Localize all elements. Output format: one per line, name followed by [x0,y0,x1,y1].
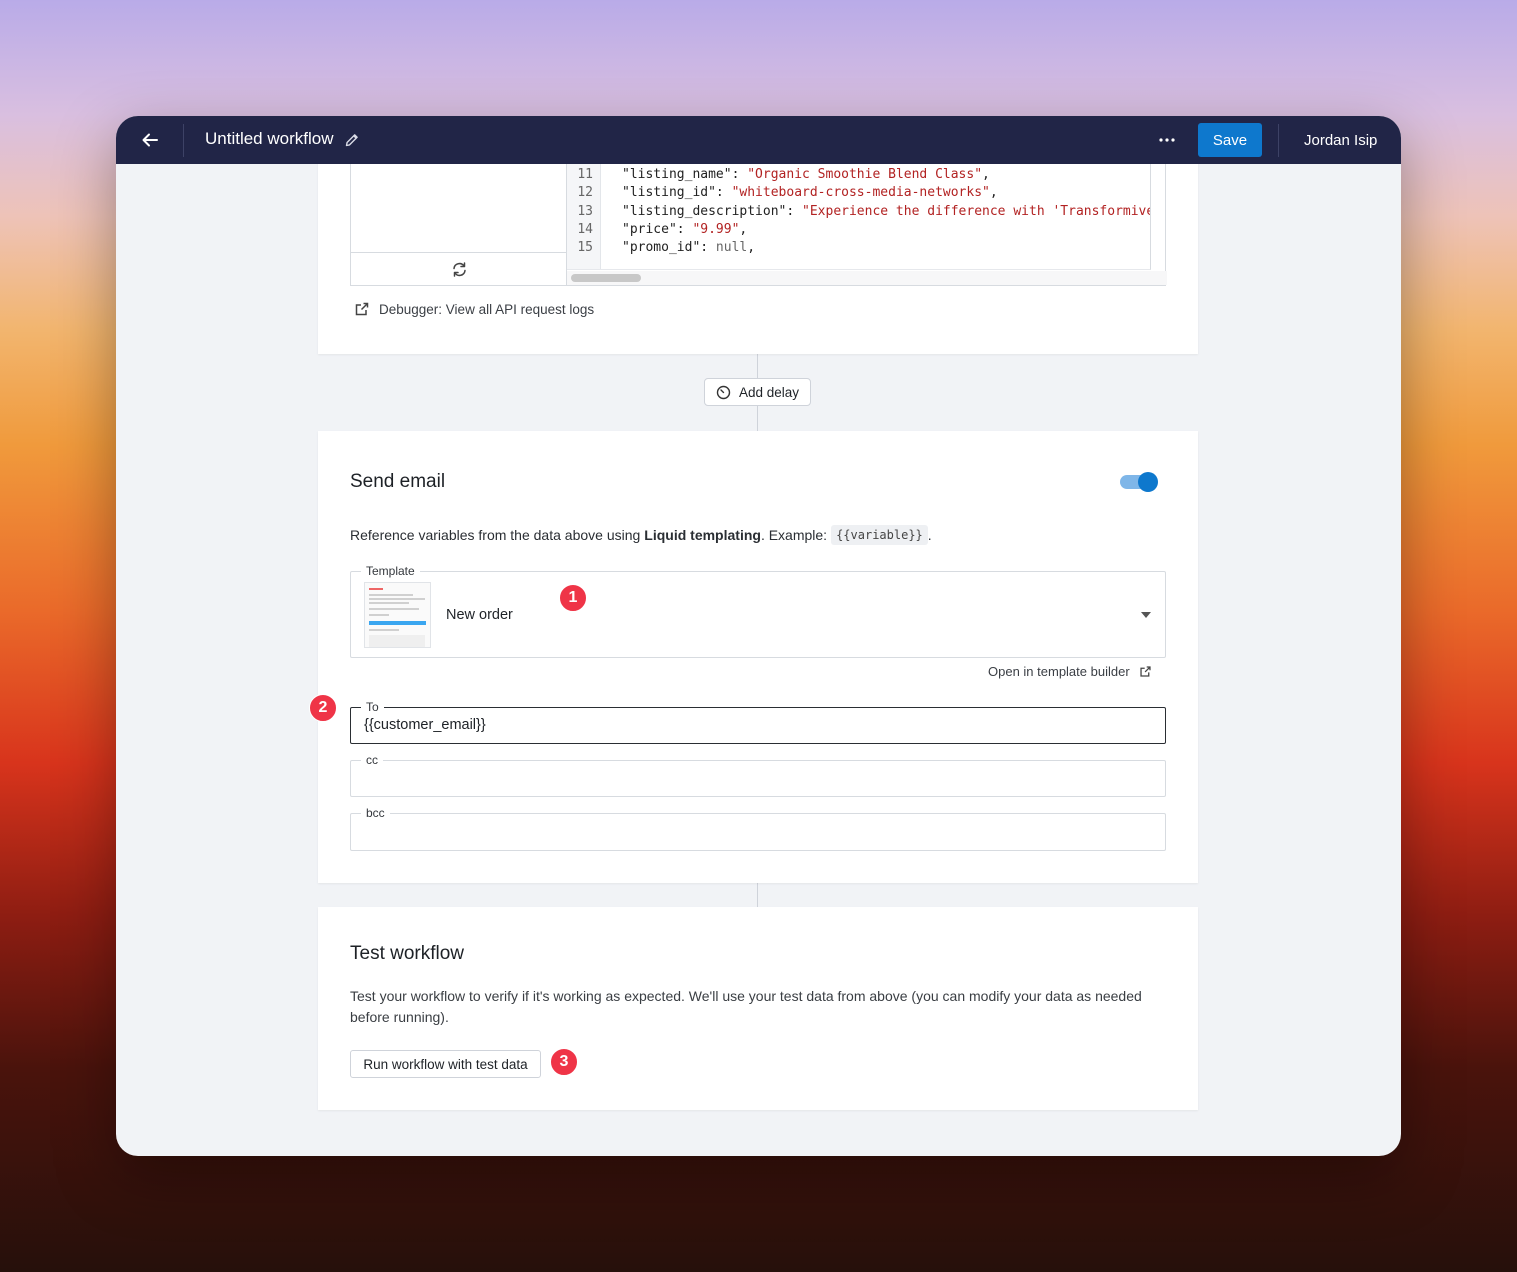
annotation-badge-1: 1 [559,584,587,612]
more-options-button[interactable] [1154,128,1180,152]
arrow-left-icon [142,133,158,147]
add-delay-label: Add delay [738,384,800,400]
send-email-toggle[interactable] [1120,472,1158,492]
desc-prefix: Reference variables from the data above … [350,527,641,543]
save-button[interactable]: Save [1198,123,1262,157]
code-text: "listing_description": "Experience the d… [622,203,1151,219]
open-builder-label: Open in template builder [988,664,1130,679]
line-number: 14 [577,221,593,237]
external-link-icon [1140,666,1151,677]
open-template-builder-link[interactable]: Open in template builder [988,664,1152,679]
test-workflow-description: Test your workflow to verify if it's wor… [350,988,1142,1025]
cc-field[interactable]: cc [350,753,1166,797]
debugger-link-label: Debugger: View all API request logs [379,301,595,317]
template-select[interactable]: Template New order [350,564,1166,658]
code-line: 14 "price": "9.99", [567,221,747,239]
add-delay-button[interactable]: Add delay [704,378,811,406]
template-label: Template [361,564,420,578]
app-window: Untitled workflow Save Jordan Isip 10"li [116,116,1401,1156]
test-workflow-title: Test workflow [350,943,465,964]
toggle-knob [1138,472,1158,492]
top-bar: Untitled workflow Save Jordan Isip [116,116,1401,164]
code-line: 11 "listing_name": "Organic Smoothie Blen… [567,166,990,184]
request-pane [351,164,567,285]
code-text: "listing_id": "whiteboard-cross-media-ne… [622,185,998,201]
code-text: "listing_name": "Organic Smoothie Blend … [622,167,990,183]
workflow-canvas[interactable]: 10"listing_creator_phone_number": "",11"… [116,164,1401,1156]
annotation-badge-3: 3 [550,1048,578,1076]
send-email-title: Send email [350,471,446,492]
variable-example: {{variable}} [831,525,928,545]
bcc-field[interactable]: bcc [350,806,1166,851]
workflow-title[interactable]: Untitled workflow [205,129,334,149]
code-line: 15 "promo_id": null, [567,239,755,257]
bcc-label: bcc [361,806,390,820]
pencil-icon[interactable] [344,132,360,148]
template-thumbnail [364,582,431,648]
cc-label: cc [361,753,383,767]
divider [1278,124,1279,157]
horizontal-scrollbar[interactable] [567,271,1167,285]
chevron-down-icon [1141,612,1151,618]
annotation-badge-2: 2 [309,694,337,722]
debugger-link[interactable]: Debugger: View all API request logs [354,301,594,317]
line-number: 15 [577,240,593,255]
template-name: New order [446,607,513,623]
line-number: 11 [577,167,593,183]
refresh-icon [452,261,466,277]
liquid-templating-link[interactable]: Liquid templating [644,527,761,543]
desc-end: . [927,527,932,543]
line-number: 12 [577,185,593,201]
refresh-button[interactable] [351,252,567,285]
user-menu[interactable]: Jordan Isip [1304,132,1377,149]
run-workflow-button[interactable]: Run workflow with test data [350,1050,541,1078]
timer-icon [716,385,731,399]
code-text: "price": "9.99", [622,221,748,237]
code-text: "promo_id": null, [622,240,756,255]
back-button[interactable] [134,124,166,156]
send-email-description: Reference variables from the data above … [350,525,932,545]
to-field[interactable]: To {{customer_email}} [350,700,1166,744]
scrollbar-thumb[interactable] [571,274,641,282]
to-label: To [361,700,384,714]
json-code-editor[interactable]: 10"listing_creator_phone_number": "",11"… [567,164,1151,270]
send-email-card: Send email Reference variables from the … [318,431,1198,883]
api-request-card: 10"listing_creator_phone_number": "",11"… [318,164,1198,354]
ellipsis-icon [1159,138,1175,142]
connector-line [757,883,758,907]
desc-mid: . Example: [760,527,828,543]
external-link-icon [355,302,369,316]
test-data-panel: 10"listing_creator_phone_number": "",11"… [350,164,1167,286]
to-value: {{customer_email}} [364,717,486,733]
code-line: 13 "listing_description": "Experience the… [567,203,1150,221]
test-workflow-card: Test workflow Test your workflow to veri… [318,907,1198,1110]
code-line: 12 "listing_id": "whiteboard-cross-media-… [567,184,997,202]
line-number: 13 [577,203,593,219]
divider [183,124,184,157]
